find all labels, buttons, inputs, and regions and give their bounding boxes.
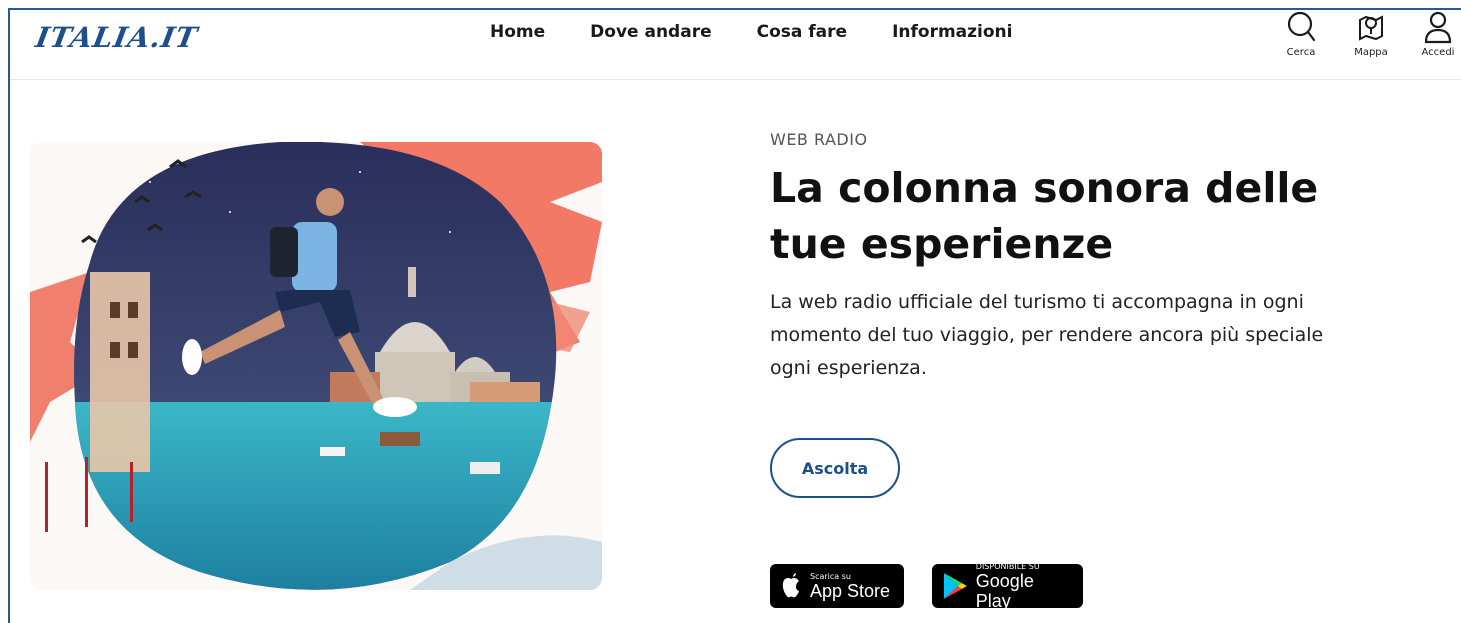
app-store-small-text: Scarica su (810, 571, 851, 581)
nav-informazioni[interactable]: Informazioni (892, 22, 1012, 42)
header-tools: Cerca Mappa Accedi (1281, 10, 1461, 66)
login-label: Accedi (1421, 47, 1455, 58)
nav-dove-andare[interactable]: Dove andare (590, 22, 711, 42)
login-button[interactable]: Accedi (1415, 10, 1461, 58)
nav-home[interactable]: Home (490, 22, 545, 42)
main-nav: Home Dove andare Cosa fare Informazioni (490, 22, 1012, 42)
user-icon (1424, 11, 1452, 44)
section-eyebrow: WEB RADIO (770, 130, 868, 149)
google-play-small-text: DISPONIBILE SU (975, 561, 1040, 571)
google-play-icon (943, 573, 967, 599)
app-store-big-text: App Store (810, 580, 891, 601)
app-store-badge[interactable]: Scarica su App Store (770, 564, 904, 608)
hero-headline: La colonna sonora delle tue esperienze (770, 164, 1319, 268)
google-play-big-text: Google Play (975, 570, 1034, 611)
map-button[interactable]: Mappa (1349, 10, 1393, 58)
hero-illustration (30, 142, 602, 590)
map-icon (1359, 15, 1383, 41)
search-button[interactable]: Cerca (1281, 10, 1321, 58)
search-icon (1287, 11, 1316, 42)
logo-text: ITALIA.IT (33, 21, 201, 54)
listen-button[interactable]: Ascolta (770, 438, 900, 498)
map-label: Mappa (1354, 47, 1388, 58)
apple-icon (782, 573, 799, 598)
google-play-badge[interactable]: DISPONIBILE SU Google Play (932, 561, 1083, 611)
italia-logo[interactable]: ITALIA.IT (33, 18, 200, 58)
site-header: ITALIA.IT Home Dove andare Cosa fare Inf… (10, 10, 1461, 80)
nav-cosa-fare[interactable]: Cosa fare (757, 22, 847, 42)
hero-description: La web radio ufficiale del turismo ti ac… (770, 291, 1324, 379)
venice-collage-image (30, 142, 602, 590)
search-label: Cerca (1286, 47, 1316, 58)
